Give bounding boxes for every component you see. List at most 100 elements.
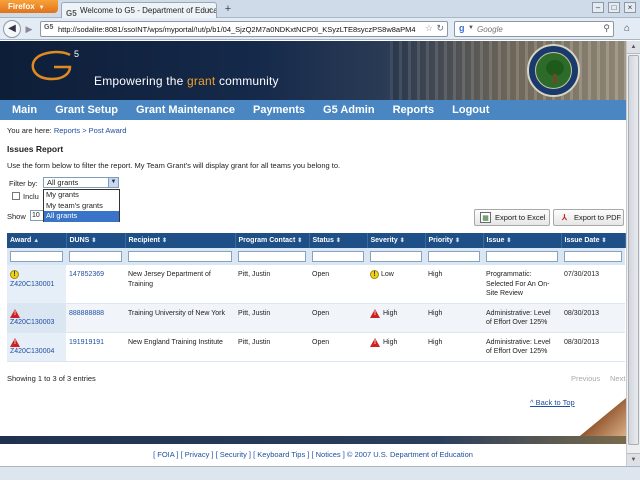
search-input[interactable] <box>477 23 597 35</box>
filter-recipient-input[interactable] <box>128 251 232 262</box>
filter-option-my-teams-grants[interactable]: My team's grants <box>44 201 119 212</box>
chevron-down-icon[interactable]: ▼ <box>468 25 474 31</box>
filter-priority-input[interactable] <box>428 251 480 262</box>
sort-icon: ⬍ <box>399 238 405 244</box>
filter-issue-input[interactable] <box>486 251 558 262</box>
breadcrumb-links[interactable]: Reports > Post Award <box>54 126 127 135</box>
severity-text: High <box>383 338 398 346</box>
close-window-icon[interactable]: × <box>624 2 636 13</box>
main-menu: Main Grant Setup Grant Maintenance Payme… <box>0 100 640 120</box>
back-icon[interactable]: ◀ <box>3 20 21 38</box>
main-content: You are here: Reports > Post Award Issue… <box>0 120 626 436</box>
include-checkbox[interactable] <box>12 192 20 200</box>
scroll-thumb[interactable] <box>628 55 639 445</box>
filter-label: Filter by: <box>9 179 38 188</box>
filter-selected-value: All grants <box>47 178 79 187</box>
back-to-top-link[interactable]: ^ Back to Top <box>530 398 575 407</box>
menu-item-grant-setup[interactable]: Grant Setup <box>55 104 118 116</box>
column-header-status[interactable]: Status ⬍ <box>309 233 368 248</box>
search-icon[interactable]: ⚲ <box>603 23 610 34</box>
tagline-post: community <box>215 74 279 88</box>
warning-yellow-icon: ! <box>10 270 19 279</box>
duns-link[interactable]: 888888888 <box>69 310 104 317</box>
duns-link[interactable]: 191919191 <box>69 339 104 346</box>
column-header-issue-date[interactable]: Issue Date ⬍ <box>561 233 626 248</box>
issue-cell: Administrative: Level of Effort Over 125… <box>483 332 561 362</box>
pdf-icon: ⅄ <box>562 213 567 222</box>
column-header-duns[interactable]: DUNS ⬍ <box>66 233 126 248</box>
column-header-issue[interactable]: Issue ⬍ <box>483 233 562 248</box>
firefox-menu-button[interactable]: Firefox ▼ <box>0 0 58 13</box>
footer-links[interactable]: [ FOIA ] [ Privacy ] [ Security ] [ Keyb… <box>0 448 626 466</box>
filter-dropdown-list: My grants My team's grants All grants <box>43 189 120 222</box>
scroll-down-icon[interactable]: ▼ <box>627 453 640 466</box>
column-header-severity[interactable]: Severity ⬍ <box>367 233 426 248</box>
minimize-icon[interactable]: – <box>592 2 604 13</box>
instructions-text: Use the form below to filter the report.… <box>7 161 341 170</box>
filter-severity-input[interactable] <box>370 251 422 262</box>
filter-award-input[interactable] <box>10 251 63 262</box>
sort-icon: ⬍ <box>601 238 607 244</box>
award-link[interactable]: Z420C130003 <box>10 319 54 326</box>
browser-status-bar <box>0 466 640 480</box>
column-header-award[interactable]: Award ▲ <box>7 233 67 248</box>
sort-icon: ⬍ <box>455 238 461 244</box>
page-size-select[interactable]: 10 <box>30 210 44 221</box>
status-cell: Open <box>309 303 367 333</box>
status-cell: Open <box>309 265 367 304</box>
close-icon[interactable]: × <box>207 3 212 18</box>
menu-item-payments[interactable]: Payments <box>253 104 305 116</box>
table-row: ! Z420C130001 147852369 New Jersey Depart… <box>7 265 625 304</box>
google-icon[interactable]: g <box>459 23 465 33</box>
url-input[interactable] <box>58 23 418 35</box>
seal-trunk <box>553 74 557 84</box>
menu-item-reports[interactable]: Reports <box>393 104 435 116</box>
export-excel-button[interactable]: ▦ Export to Excel <box>474 209 550 226</box>
filter-contact-input[interactable] <box>238 251 306 262</box>
menu-item-grant-maintenance[interactable]: Grant Maintenance <box>136 104 235 116</box>
status-cell: Open <box>309 332 367 362</box>
chevron-down-icon[interactable]: ▼ <box>108 178 118 187</box>
include-label: Inclu <box>23 192 39 201</box>
site-identity-icon[interactable]: G5 <box>44 24 53 31</box>
menu-item-main[interactable]: Main <box>12 104 37 116</box>
maximize-icon[interactable]: □ <box>608 2 620 13</box>
reload-icon[interactable]: ↻ <box>436 23 444 34</box>
filter-option-my-grants[interactable]: My grants <box>44 190 119 201</box>
home-icon[interactable]: ⌂ <box>619 22 635 36</box>
column-header-program-contact[interactable]: Program Contact ⬍ <box>235 233 310 248</box>
previous-page-button[interactable]: Previous <box>571 374 600 383</box>
column-header-priority[interactable]: Priority ⬍ <box>425 233 484 248</box>
filter-status-input[interactable] <box>312 251 364 262</box>
column-header-recipient[interactable]: Recipient ⬍ <box>125 233 236 248</box>
entries-info: Showing 1 to 3 of 3 entries <box>7 374 96 383</box>
contact-cell: Pitt, Justin <box>235 332 309 362</box>
star-icon[interactable]: ☆ <box>425 23 433 34</box>
filter-option-all-grants[interactable]: All grants <box>44 211 119 222</box>
filter-select[interactable]: All grants ▼ <box>43 177 119 188</box>
g5-logo: 5 <box>31 49 79 81</box>
filter-date-input[interactable] <box>564 251 622 262</box>
new-tab-button[interactable]: + <box>221 3 235 16</box>
priority-cell: High <box>425 303 483 333</box>
site-banner: 5 Empowering the grant community <box>0 41 640 100</box>
menu-item-g5-admin[interactable]: G5 Admin <box>323 104 375 116</box>
contact-cell: Pitt, Justin <box>235 303 309 333</box>
page-scrollbar[interactable]: ▲ ▼ <box>626 41 640 466</box>
menu-item-logout[interactable]: Logout <box>452 104 489 116</box>
date-cell: 07/30/2013 <box>561 265 625 304</box>
scroll-up-icon[interactable]: ▲ <box>627 41 640 54</box>
filter-duns-input[interactable] <box>69 251 122 262</box>
next-page-button[interactable]: Next <box>610 374 625 383</box>
search-bar[interactable]: g ▼ ⚲ <box>454 21 614 37</box>
duns-link[interactable]: 147852369 <box>69 271 104 278</box>
seal-inner <box>535 52 572 89</box>
url-bar[interactable]: G5 ☆ ↻ <box>40 21 448 37</box>
forward-icon[interactable]: ▶ <box>22 23 36 36</box>
export-excel-label: Export to Excel <box>495 213 546 222</box>
export-pdf-button[interactable]: ⅄ Export to PDF <box>553 209 624 226</box>
date-cell: 08/30/2013 <box>561 303 625 333</box>
award-link[interactable]: Z420C130001 <box>10 281 54 288</box>
award-link[interactable]: Z420C130004 <box>10 348 54 355</box>
browser-tab[interactable]: G5 Welcome to G5 - Department of Educati… <box>61 2 217 18</box>
